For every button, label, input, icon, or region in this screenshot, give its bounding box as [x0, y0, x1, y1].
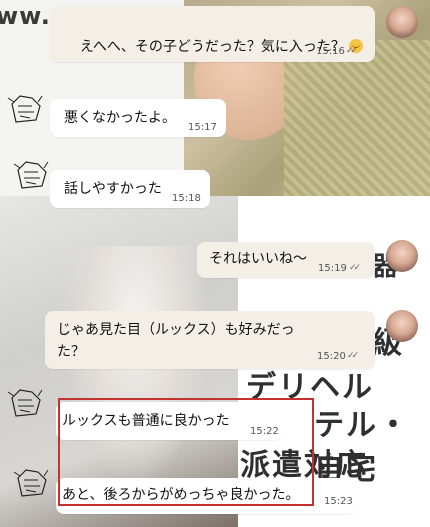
- sketch-avatar-icon[interactable]: [6, 386, 46, 420]
- double-check-icon: ✓✓: [346, 46, 358, 56]
- message-bubble-incoming[interactable]: 悪くなかったよ。 15:17: [50, 99, 226, 137]
- partner-avatar[interactable]: [386, 310, 418, 342]
- partner-avatar[interactable]: [386, 6, 418, 38]
- message-time: 15:23: [324, 496, 353, 507]
- message-text: 話しやすかった: [64, 181, 162, 197]
- message-time: 15:17: [188, 122, 217, 133]
- message-text: 悪くなかったよ。: [64, 110, 176, 126]
- sketch-avatar-icon[interactable]: [12, 466, 52, 500]
- message-time: 15:16: [316, 46, 345, 57]
- message-bubble-outgoing[interactable]: じゃあ見た目（ルックス）も好みだっ た？ 15:20 ✓✓: [45, 311, 375, 369]
- message-text: それはいいね〜: [209, 251, 307, 267]
- message-text: じゃあ見た目（ルックス）も好みだっ た？: [57, 322, 295, 360]
- message-time: 15:19: [318, 263, 347, 274]
- message-time: 15:18: [172, 193, 201, 204]
- double-check-icon: ✓✓: [347, 351, 359, 361]
- message-bubble-incoming[interactable]: 話しやすかった 15:18: [50, 170, 210, 208]
- sketch-avatar-icon[interactable]: [12, 158, 52, 192]
- message-time: 15:20: [317, 351, 346, 362]
- message-bubble-outgoing[interactable]: それはいいね〜 15:19 ✓✓: [197, 242, 375, 278]
- highlight-box: [58, 398, 314, 506]
- partner-avatar[interactable]: [386, 240, 418, 272]
- message-bubble-outgoing[interactable]: えへへ、その子どうだった？気に入った？ 15:16 ✓✓: [50, 6, 375, 62]
- double-check-icon: ✓✓: [349, 263, 361, 273]
- sketch-avatar-icon[interactable]: [6, 92, 46, 126]
